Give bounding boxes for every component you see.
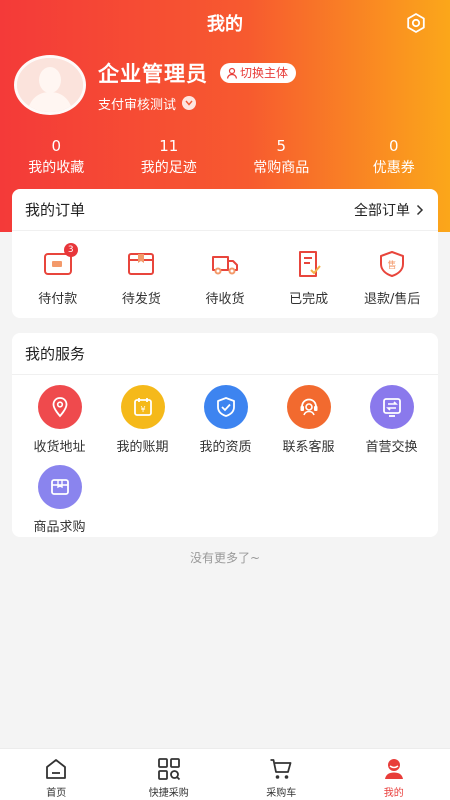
stat-value: 11 — [159, 137, 179, 155]
service-payment-terms[interactable]: ¥ 我的账期 — [101, 385, 184, 455]
order-pending-shipment[interactable]: 待发货 — [103, 249, 179, 307]
service-label: 收货地址 — [33, 440, 86, 455]
order-count-badge: 3 — [63, 243, 78, 257]
chevron-right-icon — [416, 204, 424, 215]
service-label: 我的资质 — [199, 440, 252, 455]
chevron-down-icon — [185, 100, 193, 106]
service-product-request[interactable]: 商品求购 — [18, 465, 101, 535]
company-name: 支付审核测试 — [98, 97, 177, 113]
order-item-label: 待付款 — [38, 292, 78, 307]
service-label: 首营交换 — [365, 440, 418, 455]
after-sale-icon: 售 — [380, 251, 405, 277]
company-dropdown-button[interactable] — [182, 96, 197, 110]
services-title: 我的服务 — [25, 345, 86, 363]
service-label: 商品求购 — [33, 520, 86, 535]
services-card: 我的服务 收货地址 ¥ 我的账期 我的资质 联系客服 首营交换 商品求购 — [12, 333, 438, 537]
tab-label: 我的 — [383, 788, 404, 799]
calendar-yen-icon: ¥ — [133, 398, 152, 416]
stat-label: 常购商品 — [253, 160, 310, 176]
bottom-tab-bar: 首页 快捷采购 采购车 我的 — [0, 748, 450, 800]
svg-text:售: 售 — [388, 259, 397, 271]
stat-value: 0 — [388, 137, 399, 155]
no-more-text: 没有更多了~ — [189, 551, 261, 565]
order-item-label: 退款/售后 — [363, 292, 421, 307]
home-icon — [46, 759, 67, 779]
order-completed[interactable]: 已完成 — [271, 249, 347, 307]
tab-label: 快捷采购 — [148, 788, 189, 799]
top-bar: 我的 — [0, 0, 450, 46]
user-name: 企业管理员 — [98, 61, 208, 86]
stat-value: 0 — [51, 137, 62, 155]
tab-quick-purchase[interactable]: 快捷采购 — [113, 749, 225, 800]
stats-row: 0 我的收藏 11 我的足迹 5 常购商品 0 优惠券 — [0, 137, 450, 177]
all-orders-label: 全部订单 — [354, 202, 410, 219]
orders-title: 我的订单 — [25, 201, 86, 219]
location-icon — [52, 397, 67, 418]
stat-frequent-items[interactable]: 5 常购商品 — [225, 137, 337, 177]
customer-service-icon — [300, 398, 317, 416]
service-qualifications[interactable]: 我的资质 — [184, 385, 267, 455]
order-pending-receipt[interactable]: 待收货 — [187, 249, 263, 307]
tab-label: 采购车 — [266, 788, 297, 799]
gear-icon — [407, 13, 425, 33]
service-label: 我的账期 — [116, 440, 169, 455]
service-first-business-exchange[interactable]: 首营交换 — [350, 385, 433, 455]
cart-icon — [270, 759, 292, 779]
order-pending-payment[interactable]: 3 待付款 — [20, 243, 96, 307]
avatar-placeholder-icon — [17, 58, 83, 112]
stat-coupons[interactable]: 0 优惠券 — [338, 137, 450, 177]
shield-check-icon — [216, 397, 235, 417]
qr-scan-icon — [157, 758, 180, 781]
tab-cart[interactable]: 采购车 — [225, 749, 337, 800]
service-customer-support[interactable]: 联系客服 — [267, 385, 350, 455]
stat-favorites[interactable]: 0 我的收藏 — [0, 137, 112, 177]
order-item-label: 已完成 — [289, 292, 329, 307]
orders-card: 我的订单 全部订单 3 待付款 待发货 待收货 已完成 售 退款/售后 — [12, 189, 438, 318]
all-orders-link[interactable]: 全部订单 — [354, 200, 424, 220]
tab-label: 首页 — [46, 788, 67, 799]
avatar[interactable] — [14, 55, 86, 115]
truck-icon — [211, 256, 238, 275]
document-check-icon — [298, 251, 321, 277]
stat-label: 我的收藏 — [28, 160, 85, 176]
order-after-sale[interactable]: 售 退款/售后 — [354, 249, 430, 307]
user-outline-icon — [226, 67, 238, 79]
profile-section: 企业管理员 切换主体 支付审核测试 — [14, 55, 297, 115]
switch-entity-button[interactable]: 切换主体 — [220, 62, 297, 83]
switch-entity-label: 切换主体 — [240, 66, 289, 80]
stat-label: 我的足迹 — [140, 160, 197, 176]
exchange-icon — [382, 398, 401, 417]
tab-mine[interactable]: 我的 — [338, 749, 450, 800]
order-item-label: 待收货 — [205, 292, 245, 307]
package-icon — [128, 253, 155, 275]
box-icon — [50, 479, 69, 495]
settings-button[interactable] — [404, 11, 428, 35]
stat-label: 优惠券 — [372, 160, 415, 176]
user-icon — [384, 759, 403, 779]
tab-home[interactable]: 首页 — [0, 749, 112, 800]
stat-value: 5 — [276, 137, 287, 155]
service-label: 联系客服 — [282, 440, 335, 455]
svg-text:¥: ¥ — [140, 405, 145, 414]
stat-footprints[interactable]: 11 我的足迹 — [113, 137, 225, 177]
service-address[interactable]: 收货地址 — [18, 385, 101, 455]
page-title: 我的 — [207, 14, 243, 35]
order-item-label: 待发货 — [121, 292, 161, 307]
